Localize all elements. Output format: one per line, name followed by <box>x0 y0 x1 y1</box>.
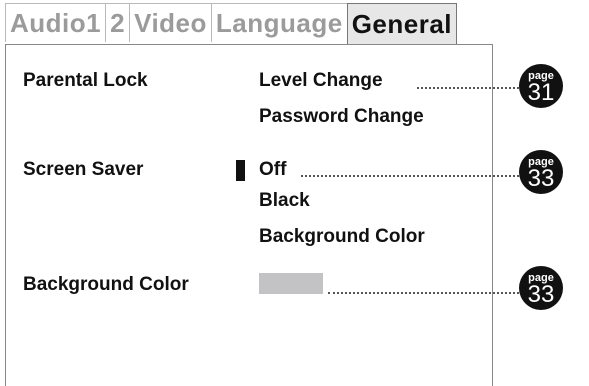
password-change-option[interactable]: Password Change <box>259 106 424 128</box>
page-reference-badge: page 31 <box>519 64 563 108</box>
level-change-option[interactable]: Level Change <box>259 70 383 92</box>
leader-dots <box>328 292 523 294</box>
background-color-label: Background Color <box>23 274 189 295</box>
screen-saver-label: Screen Saver <box>23 159 144 180</box>
page-reference-badge: page 33 <box>519 150 563 194</box>
panel-divider <box>462 44 493 45</box>
tab-video[interactable]: Video <box>129 3 212 42</box>
black-option[interactable]: Black <box>259 190 310 212</box>
tab-audio2[interactable]: 2 <box>105 3 131 42</box>
tab-audio1[interactable]: Audio1 <box>5 3 107 42</box>
page-number: 33 <box>527 281 555 308</box>
selection-cursor <box>236 160 245 181</box>
background-color-option[interactable]: Background Color <box>259 226 425 248</box>
tab-general[interactable]: General <box>346 3 458 44</box>
page-reference-badge: page 33 <box>519 266 563 310</box>
page-number: 31 <box>527 79 555 106</box>
parental-lock-label: Parental Lock <box>23 70 148 91</box>
tab-language[interactable]: Language <box>210 3 348 42</box>
settings-panel <box>5 44 493 386</box>
leader-dots <box>301 175 523 177</box>
off-option[interactable]: Off <box>259 159 286 181</box>
background-color-swatch[interactable] <box>259 273 323 294</box>
leader-dots <box>417 87 523 89</box>
tab-bar: Audio1 2 Video Language General <box>5 3 458 44</box>
page-number: 33 <box>527 165 555 192</box>
